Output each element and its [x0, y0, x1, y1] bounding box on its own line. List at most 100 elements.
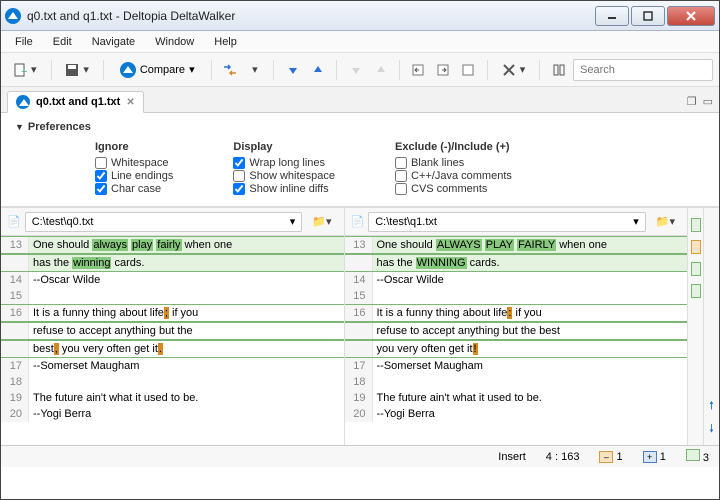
line-number: 13: [345, 237, 373, 253]
code-line[interactable]: 17--Somerset Maugham: [1, 358, 344, 374]
separator: [487, 60, 488, 80]
code-line[interactable]: has the WINNING cards.: [345, 254, 688, 272]
separator: [539, 60, 540, 80]
overview-strip[interactable]: [687, 208, 703, 445]
code-line[interactable]: 15: [1, 288, 344, 304]
prefs-checkbox[interactable]: Wrap long lines: [233, 157, 335, 169]
prev-change-button[interactable]: [370, 58, 391, 82]
save-button[interactable]: ▾: [59, 58, 95, 82]
line-text: has the WINNING cards.: [373, 255, 688, 271]
line-text: refuse to accept anything but the best: [373, 323, 688, 339]
tab-close-icon[interactable]: ✕: [126, 97, 134, 108]
code-line[interactable]: 14--Oscar Wilde: [345, 272, 688, 288]
code-line[interactable]: 18: [345, 374, 688, 390]
preferences-title[interactable]: Preferences: [15, 121, 705, 133]
line-number: 20: [345, 406, 373, 422]
right-browse-button[interactable]: 📁▾: [650, 210, 681, 234]
line-text: refuse to accept anything but the: [29, 323, 344, 339]
line-text: One should always play fairly when one: [29, 237, 344, 253]
code-line[interactable]: 14--Oscar Wilde: [1, 272, 344, 288]
left-path-dropdown[interactable]: C:\test\q0.txt▾: [25, 212, 303, 232]
code-line[interactable]: 18: [1, 374, 344, 390]
diff-marker-green[interactable]: [691, 284, 701, 298]
code-line[interactable]: has the winning cards.: [1, 254, 344, 272]
new-button[interactable]: +▾: [7, 58, 43, 82]
code-line[interactable]: 20--Yogi Berra: [345, 406, 688, 422]
nav-down-icon[interactable]: 🠗: [709, 420, 714, 439]
code-line[interactable]: 16It is a funny thing about life: if you: [345, 304, 688, 322]
code-line[interactable]: 15: [345, 288, 688, 304]
layout-button[interactable]: [548, 58, 569, 82]
menu-file[interactable]: File: [7, 34, 41, 50]
copy-right-button[interactable]: [433, 58, 454, 82]
prefs-checkbox[interactable]: Show whitespace: [233, 170, 335, 182]
menu-help[interactable]: Help: [206, 34, 245, 50]
tab-icon: [16, 95, 30, 109]
maximize-pane-icon[interactable]: ▭: [703, 95, 713, 108]
prefs-checkbox[interactable]: Whitespace: [95, 157, 173, 169]
prev-diff-button[interactable]: [307, 58, 328, 82]
prefs-checkbox[interactable]: Line endings: [95, 170, 173, 182]
nav-up-icon[interactable]: 🠕: [709, 397, 714, 416]
right-code[interactable]: 13One should ALWAYS PLAY FAIRLY when one…: [345, 236, 688, 445]
compare-icon: [120, 62, 136, 78]
prefs-checkbox[interactable]: Show inline diffs: [233, 183, 335, 195]
code-line[interactable]: 20--Yogi Berra: [1, 406, 344, 422]
menu-edit[interactable]: Edit: [45, 34, 80, 50]
line-text: The future ain't what it used to be.: [29, 390, 344, 406]
line-number: [345, 341, 373, 357]
line-number: [345, 255, 373, 271]
right-pathbar: 📄 C:\test\q1.txt▾ 📁▾: [345, 208, 688, 236]
code-line[interactable]: 19The future ain't what it used to be.: [345, 390, 688, 406]
tab-active[interactable]: q0.txt and q1.txt ✕: [7, 91, 144, 113]
next-diff-button[interactable]: [282, 58, 303, 82]
code-line[interactable]: refuse to accept anything but the: [1, 322, 344, 340]
line-number: 19: [345, 390, 373, 406]
prefs-checkbox[interactable]: C++/Java comments: [395, 170, 512, 182]
prefs-checkbox[interactable]: Blank lines: [395, 157, 512, 169]
search-input[interactable]: [573, 59, 713, 81]
line-text: --Yogi Berra: [29, 406, 344, 422]
diff-marker-orange[interactable]: [691, 240, 701, 254]
copy-left-button[interactable]: [408, 58, 429, 82]
tab-controls: ❐ ▭: [687, 95, 713, 112]
swap-button[interactable]: [219, 58, 240, 82]
separator: [273, 60, 274, 80]
menu-window[interactable]: Window: [147, 34, 202, 50]
code-line[interactable]: 16It is a funny thing about life; if you: [1, 304, 344, 322]
prefs-checkbox[interactable]: Char case: [95, 183, 173, 195]
close-button[interactable]: [667, 6, 715, 26]
restore-icon[interactable]: ❐: [687, 95, 697, 108]
code-line[interactable]: refuse to accept anything but the best: [345, 322, 688, 340]
code-line[interactable]: you very often get it!: [345, 340, 688, 358]
minimize-button[interactable]: [595, 6, 629, 26]
window-title: q0.txt and q1.txt - Deltopia DeltaWalker: [27, 9, 595, 23]
left-code[interactable]: 13One should always play fairly when one…: [1, 236, 344, 445]
diff-marker-green[interactable]: [691, 218, 701, 232]
tools-button[interactable]: ▾: [496, 58, 532, 82]
diff-marker-green[interactable]: [691, 262, 701, 276]
menu-navigate[interactable]: Navigate: [84, 34, 143, 50]
code-line[interactable]: best, you very often get it.: [1, 340, 344, 358]
right-path-dropdown[interactable]: C:\test\q1.txt▾: [368, 212, 646, 232]
line-text: --Somerset Maugham: [373, 358, 688, 374]
status-position: 4 : 163: [546, 451, 580, 463]
code-line[interactable]: 13One should always play fairly when one: [1, 236, 344, 254]
code-line[interactable]: 13One should ALWAYS PLAY FAIRLY when one: [345, 236, 688, 254]
prefs-checkbox[interactable]: CVS comments: [395, 183, 512, 195]
swap-dropdown[interactable]: ▾: [244, 58, 265, 82]
code-line[interactable]: 19The future ain't what it used to be.: [1, 390, 344, 406]
line-number: 18: [345, 374, 373, 390]
app-icon: [5, 8, 21, 24]
compare-button[interactable]: Compare ▾: [112, 60, 203, 80]
copy-all-button[interactable]: [458, 58, 479, 82]
maximize-button[interactable]: [631, 6, 665, 26]
line-text: One should ALWAYS PLAY FAIRLY when one: [373, 237, 688, 253]
prefs-col-title: Display: [233, 141, 335, 153]
diff-panes: 📄 C:\test\q0.txt▾ 📁▾ 13One should always…: [1, 207, 719, 445]
menubar: File Edit Navigate Window Help: [1, 31, 719, 53]
left-browse-button[interactable]: 📁▾: [306, 210, 337, 234]
next-change-button[interactable]: [345, 58, 366, 82]
line-text: It is a funny thing about life: if you: [373, 305, 688, 321]
code-line[interactable]: 17--Somerset Maugham: [345, 358, 688, 374]
